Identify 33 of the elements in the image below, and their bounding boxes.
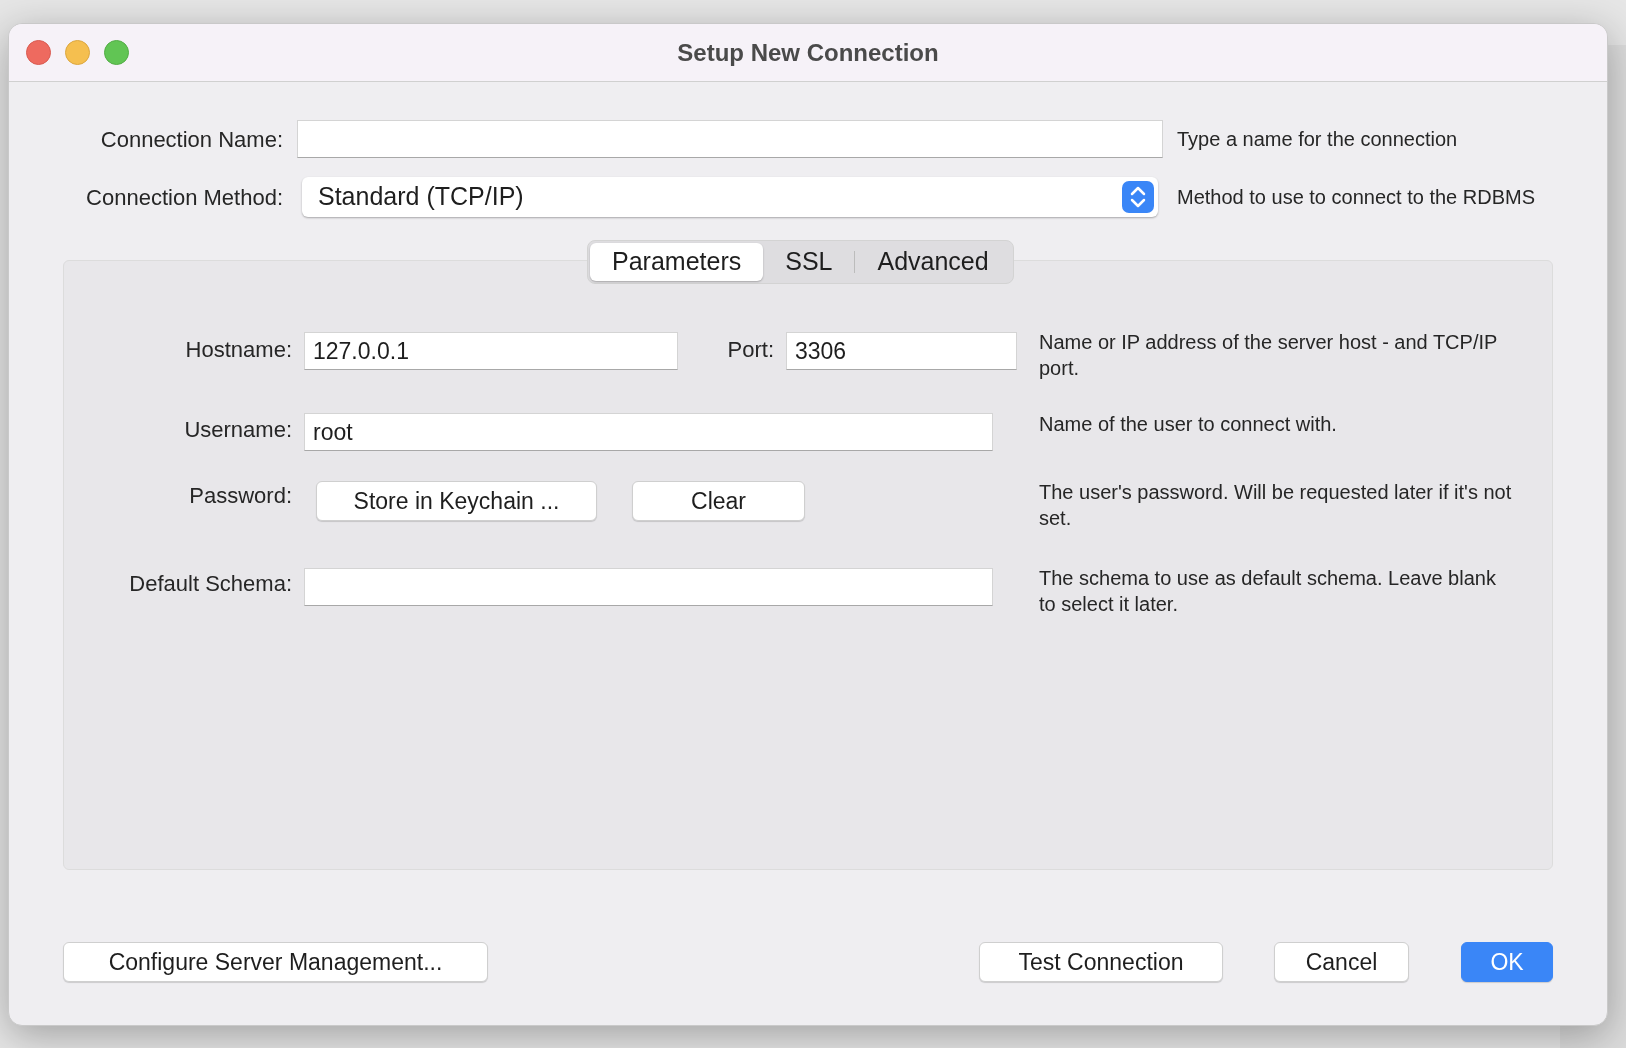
dialog-button[interactable]: Test Connection [979,942,1223,982]
field-label: Port: [726,336,774,364]
tab[interactable]: Advanced [855,243,1011,281]
store-keychain-button[interactable]: Store in Keychain ... [316,481,597,521]
clear-button[interactable]: Clear [632,481,805,521]
window-title: Setup New Connection [677,37,939,68]
port-field[interactable]: 3306 [786,332,1017,370]
close-button[interactable] [26,40,51,65]
field-hint: Name of the user to connect with. [1039,412,1338,437]
field-label: Connection Method: [85,183,283,212]
ok-button[interactable]: OK [1461,942,1553,982]
zoom-button[interactable] [104,40,129,65]
connection-name-field[interactable] [297,120,1163,158]
method-dropdown[interactable]: Standard (TCP/IP) [302,177,1158,217]
field-hint: Type a name for the connection [1177,127,1458,152]
default-schema-field[interactable] [304,568,993,606]
field-hint: The schema to use as default schema. Leave blank to select it later. [1039,566,1497,617]
field-hint: Name or IP address of the server host - and TCP/IP port. [1039,330,1498,381]
configure-server-button[interactable]: Configure Server Management... [63,942,488,982]
field-label: Connection Name: [99,125,283,154]
dialog-button[interactable]: Cancel [1274,942,1409,982]
tab[interactable]: Parameters [590,243,764,281]
field-label: Password: [188,482,292,510]
field-hint: Method to use to connect to the RDBMS [1177,185,1535,210]
tab[interactable]: SSL [763,243,855,281]
field-hint: The user's password. Will be requested later if it's not set. [1039,480,1512,531]
stepper-icon [1122,181,1154,213]
field-label: Username: [183,416,292,444]
username-field[interactable]: root [304,413,993,451]
minimize-button[interactable] [65,40,90,65]
field-label: Hostname: [184,336,292,364]
hostname-field[interactable]: 127.0.0.1 [304,332,678,370]
field-label: Default Schema: [128,570,292,598]
